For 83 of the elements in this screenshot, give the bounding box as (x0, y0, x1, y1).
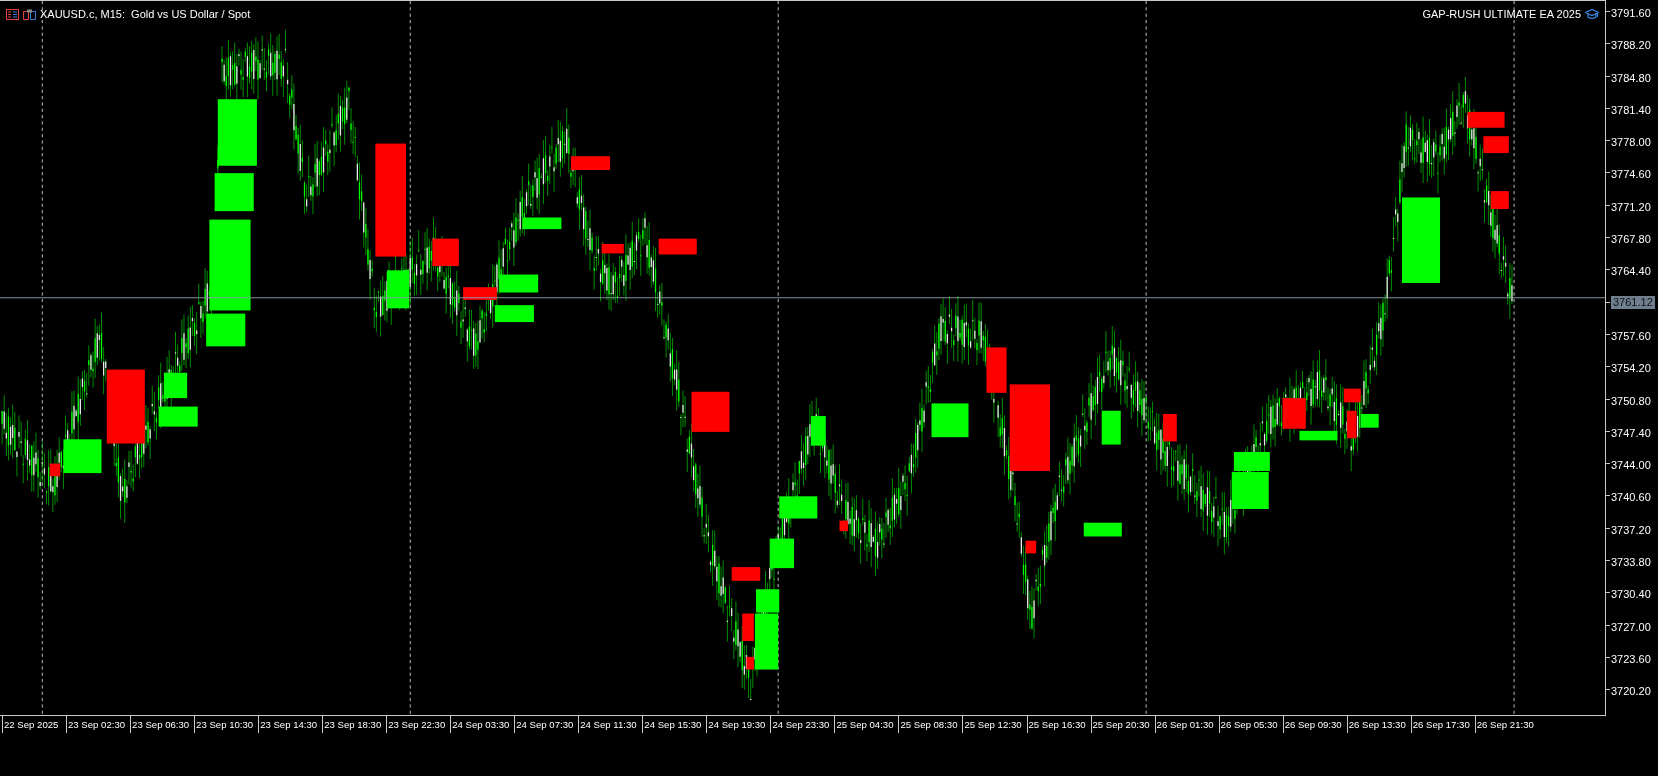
price-label: 3778.00 (1611, 135, 1651, 151)
zone-block (522, 217, 562, 230)
zone-block (387, 270, 410, 309)
price-label: 3754.20 (1611, 361, 1651, 377)
price-label: 3764.40 (1611, 264, 1651, 280)
price-label: 3757.60 (1611, 328, 1651, 344)
time-label: 26 Sep 13:30 (1346, 716, 1411, 733)
ea-label: GAP-RUSH ULTIMATE EA 2025 (1422, 7, 1581, 22)
price-label: 3747.40 (1611, 425, 1651, 441)
time-label: 23 Sep 02:30 (66, 716, 131, 733)
price-label: 3771.20 (1611, 199, 1651, 215)
price-label: 3767.80 (1611, 232, 1651, 248)
price-label: 3733.80 (1611, 555, 1651, 571)
time-label: 26 Sep 17:30 (1410, 716, 1475, 733)
time-label: 23 Sep 14:30 (258, 716, 323, 733)
zone-block (1343, 388, 1361, 403)
price-label: 3730.40 (1611, 587, 1651, 603)
zone-block (986, 347, 1007, 393)
zone-block (1490, 191, 1509, 210)
time-label: 25 Sep 04:30 (834, 716, 899, 733)
price-label: 3727.00 (1611, 619, 1651, 635)
zone-block (691, 391, 730, 432)
price-label: 3750.80 (1611, 393, 1651, 409)
time-label: 25 Sep 08:30 (898, 716, 963, 733)
zone-block (494, 305, 534, 323)
price-label: 3740.60 (1611, 490, 1651, 506)
chart-title: XAUUSD.c, M15: Gold vs US Dollar / Spot (40, 7, 251, 22)
zone-block (1467, 111, 1505, 128)
zone-block (1360, 413, 1379, 428)
time-label: 25 Sep 16:30 (1026, 716, 1091, 733)
time-label: 26 Sep 05:30 (1218, 716, 1283, 733)
zone-block (570, 156, 611, 170)
zone-block (63, 439, 102, 474)
price-label: 3723.60 (1611, 651, 1651, 667)
price-label: 3774.60 (1611, 167, 1651, 183)
price-label: 3744.00 (1611, 458, 1651, 474)
time-label: 25 Sep 12:30 (962, 716, 1027, 733)
zone-block (769, 538, 795, 569)
zone-block (158, 406, 198, 427)
graduation-cap-icon[interactable] (1585, 8, 1599, 20)
list-icon[interactable] (6, 8, 19, 20)
time-label: 26 Sep 01:30 (1154, 716, 1219, 733)
zone-block (217, 99, 257, 166)
zone-block (49, 463, 61, 477)
zone-block (163, 372, 188, 399)
time-label: 24 Sep 11:30 (578, 716, 643, 733)
time-label: 26 Sep 21:30 (1474, 716, 1539, 733)
time-label: 25 Sep 20:30 (1090, 716, 1155, 733)
zone-block (432, 238, 459, 267)
price-label: 3720.20 (1611, 684, 1651, 700)
price-label: 3781.40 (1611, 102, 1651, 118)
zone-block (499, 274, 539, 293)
zone-block (1101, 410, 1121, 445)
time-label: 24 Sep 23:30 (770, 716, 835, 733)
zone-block (206, 313, 246, 347)
zone-block (1083, 522, 1122, 537)
price-label: 3737.20 (1611, 522, 1651, 538)
time-label: 23 Sep 06:30 (130, 716, 195, 733)
time-label: 23 Sep 18:30 (322, 716, 387, 733)
time-label: 24 Sep 15:30 (642, 716, 707, 733)
zone-block (731, 567, 761, 581)
time-label: 26 Sep 09:30 (1282, 716, 1347, 733)
current-price-tag: 3761.12 (1611, 295, 1655, 309)
time-label: 22 Sep 2025 (2, 716, 67, 733)
zone-block (601, 243, 624, 254)
time-label: 24 Sep 07:30 (514, 716, 579, 733)
zone-block (214, 173, 254, 212)
zone-block (839, 520, 848, 532)
zone-block (1163, 413, 1177, 442)
zone-block (1347, 410, 1357, 439)
zone-block (779, 496, 818, 519)
time-label: 23 Sep 22:30 (386, 716, 451, 733)
price-label: 3784.80 (1611, 70, 1651, 86)
time-label: 23 Sep 10:30 (194, 716, 259, 733)
zone-block (1025, 540, 1037, 554)
zone-block (931, 403, 969, 438)
zone-block (658, 238, 697, 255)
window-icon[interactable] (23, 8, 36, 20)
price-label: 3788.20 (1611, 38, 1651, 54)
time-label: 24 Sep 03:30 (450, 716, 515, 733)
zone-block (1483, 136, 1509, 154)
time-label: 24 Sep 19:30 (706, 716, 771, 733)
price-label: 3791.60 (1611, 6, 1651, 21)
